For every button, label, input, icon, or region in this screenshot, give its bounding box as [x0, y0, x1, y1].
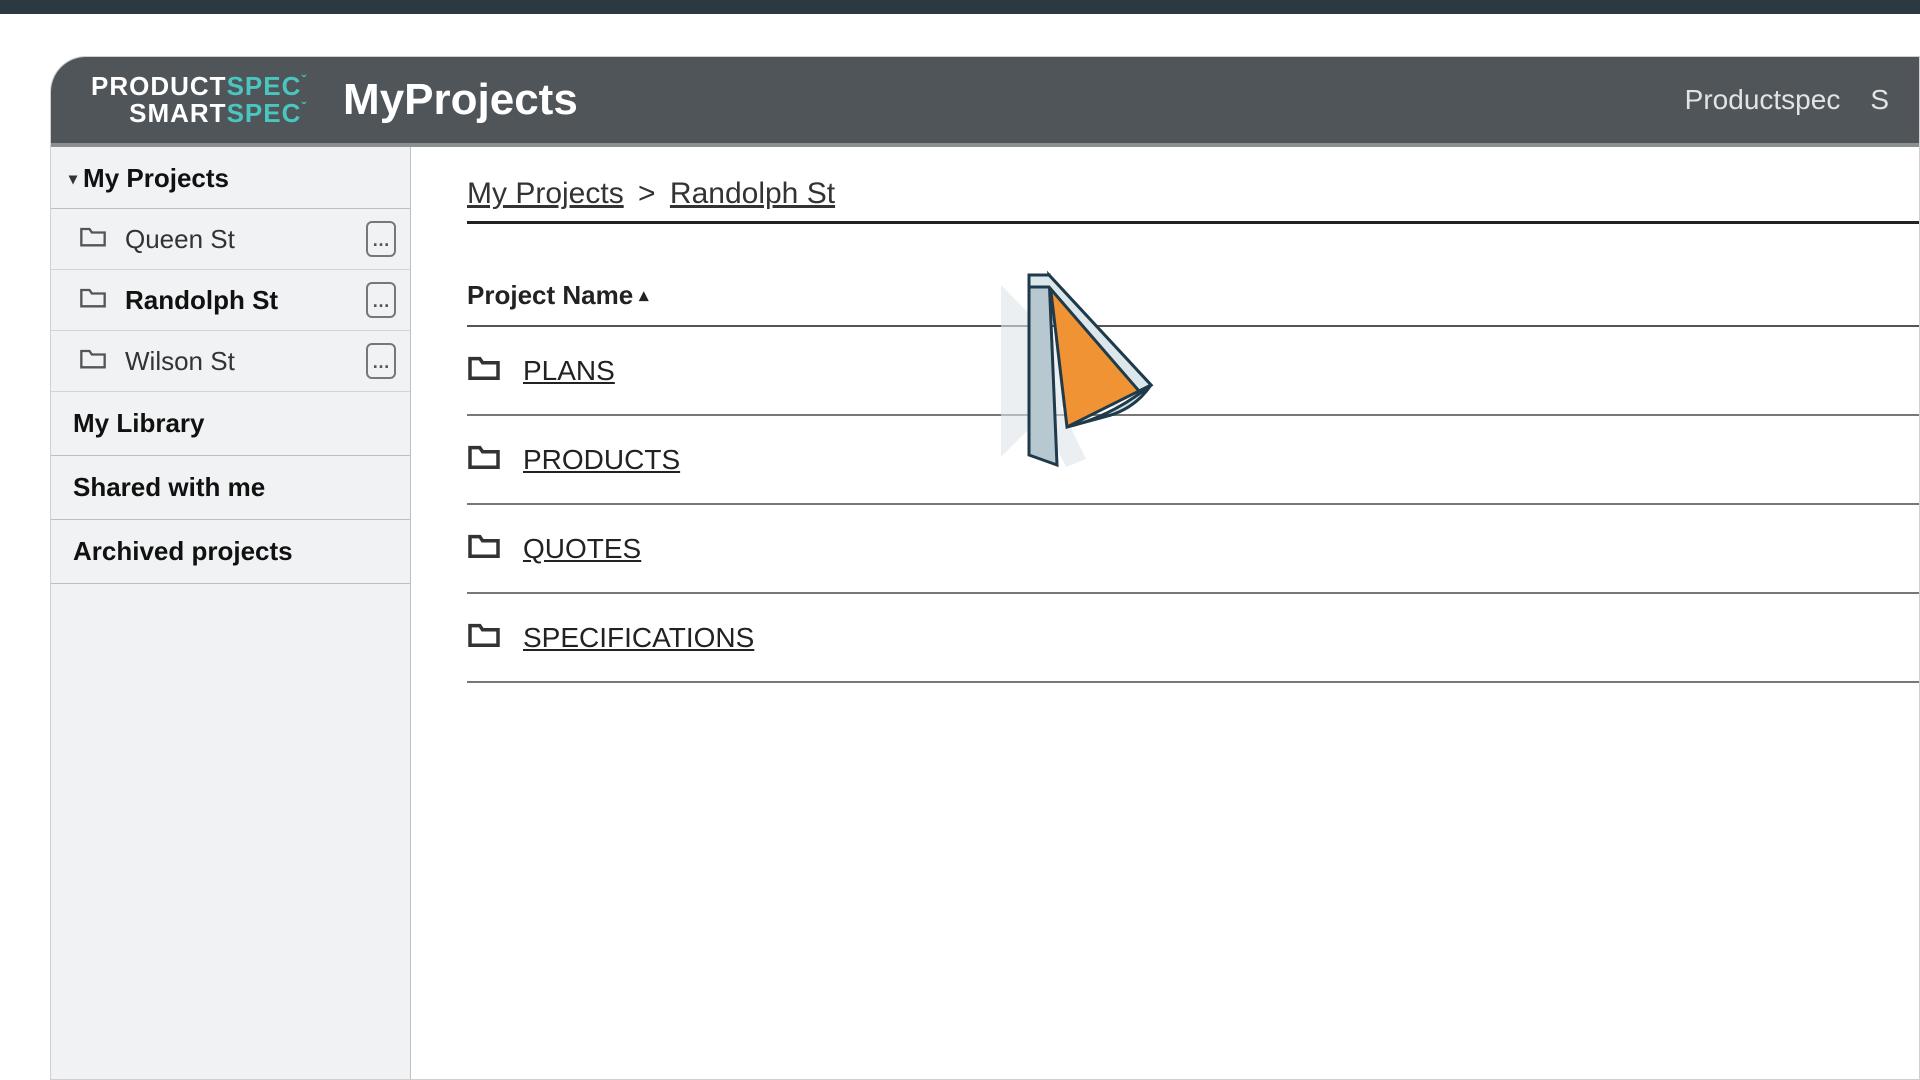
chevron-down-icon: ▾ [69, 169, 77, 189]
sidebar-project-label: Randolph St [125, 285, 278, 316]
folder-row-label: PRODUCTS [523, 444, 680, 476]
sidebar-section-my-projects[interactable]: ▾ My Projects [51, 147, 410, 209]
folder-row[interactable]: PRODUCTS [467, 416, 1919, 505]
brand-tick-icon: ˇ [301, 73, 307, 100]
sidebar: ▾ My Projects Queen St … Randolph St … W… [51, 147, 411, 1079]
breadcrumb: My Projects > Randolph St [467, 177, 1919, 224]
column-header-project-name[interactable]: Project Name ▴ [467, 280, 1919, 327]
top-nav: Productspec S [1685, 84, 1889, 116]
sidebar-project-label: Wilson St [125, 346, 235, 377]
brand-logo: PRODUCTSPECˇ SMARTSPECˇ [91, 73, 307, 128]
brand-top-b: SPEC [227, 73, 302, 100]
more-options-button[interactable]: … [366, 282, 396, 318]
nav-link-partial[interactable]: S [1870, 84, 1889, 116]
folder-row[interactable]: PLANS [467, 327, 1919, 416]
sidebar-link-my-library[interactable]: My Library [51, 392, 410, 456]
folder-icon [467, 531, 501, 566]
brand-top-a: PRODUCT [91, 73, 227, 100]
breadcrumb-root[interactable]: My Projects [467, 177, 624, 210]
sidebar-link-archived[interactable]: Archived projects [51, 520, 410, 584]
nav-link-productspec[interactable]: Productspec [1685, 84, 1841, 116]
folder-row-label: PLANS [523, 355, 615, 387]
app-bar: PRODUCTSPECˇ SMARTSPECˇ MyProjects Produ… [51, 57, 1919, 147]
folder-row-label: SPECIFICATIONS [523, 622, 754, 654]
folder-icon [79, 285, 107, 316]
body: ▾ My Projects Queen St … Randolph St … W… [51, 147, 1919, 1079]
outer-frame: PRODUCTSPECˇ SMARTSPECˇ MyProjects Produ… [0, 14, 1920, 1080]
brand-tick-icon: ˇ [301, 100, 307, 127]
folder-icon [79, 224, 107, 255]
sidebar-section-label: My Projects [83, 163, 229, 194]
sort-asc-icon: ▴ [639, 285, 648, 306]
app-title: MyProjects [343, 75, 578, 125]
breadcrumb-separator: > [638, 177, 656, 210]
folder-icon [467, 353, 501, 388]
folder-row-label: QUOTES [523, 533, 641, 565]
folder-row[interactable]: SPECIFICATIONS [467, 594, 1919, 683]
sidebar-project-item[interactable]: Wilson St … [51, 331, 410, 392]
sidebar-link-shared[interactable]: Shared with me [51, 456, 410, 520]
folder-icon [467, 442, 501, 477]
sidebar-project-item[interactable]: Randolph St … [51, 270, 410, 331]
main-content: My Projects > Randolph St Project Name ▴… [411, 147, 1919, 1079]
folder-icon [79, 346, 107, 377]
more-options-button[interactable]: … [366, 221, 396, 257]
brand-bot-b: SPEC [227, 100, 302, 127]
folder-icon [467, 620, 501, 655]
sidebar-project-label: Queen St [125, 224, 235, 255]
folder-row[interactable]: QUOTES [467, 505, 1919, 594]
sidebar-project-item[interactable]: Queen St … [51, 209, 410, 270]
brand-bot-a: SMART [129, 100, 226, 127]
more-options-button[interactable]: … [366, 343, 396, 379]
column-header-label: Project Name [467, 280, 633, 311]
breadcrumb-current[interactable]: Randolph St [670, 177, 835, 210]
app-panel: PRODUCTSPECˇ SMARTSPECˇ MyProjects Produ… [50, 56, 1920, 1080]
